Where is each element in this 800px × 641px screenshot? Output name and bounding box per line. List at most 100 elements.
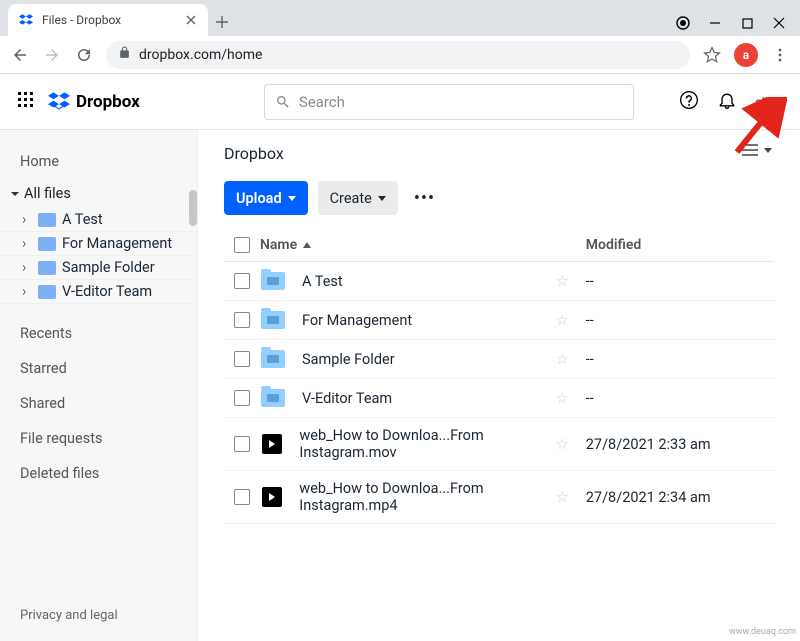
sidebar-recents[interactable]: Recents — [0, 316, 197, 351]
chevron-down-icon — [10, 189, 20, 199]
search-placeholder: Search — [299, 93, 345, 111]
chevron-down-icon — [378, 196, 386, 201]
help-icon[interactable] — [679, 90, 699, 114]
sidebar-footer-link[interactable]: Privacy and legal — [0, 598, 197, 633]
bookmark-star-icon[interactable] — [702, 45, 722, 65]
sidebar-scrollbar[interactable] — [189, 190, 197, 226]
sidebar-home[interactable]: Home — [0, 144, 197, 179]
folder-icon — [38, 285, 56, 299]
star-icon[interactable]: ☆ — [556, 436, 586, 453]
sort-asc-icon — [303, 242, 311, 248]
brand-text: Dropbox — [76, 92, 140, 112]
table-row[interactable]: For Management ☆ -- — [224, 301, 774, 340]
folder-icon — [38, 213, 56, 227]
file-modified: -- — [586, 351, 774, 368]
tree-item[interactable]: ›For Management — [0, 232, 197, 256]
sidebar-starred[interactable]: Starred — [0, 351, 197, 386]
chevron-down-icon — [764, 148, 772, 153]
more-actions-button[interactable]: ••• — [408, 188, 441, 209]
table-row[interactable]: A Test ☆ -- — [224, 262, 774, 301]
user-name[interactable]: alphr — [755, 95, 782, 109]
video-file-icon — [262, 434, 282, 454]
folder-icon — [261, 311, 285, 329]
file-name: web_How to Downloa...From Instagram.mov — [299, 427, 555, 461]
file-name: V-Editor Team — [302, 390, 392, 407]
sidebar-deleted[interactable]: Deleted files — [0, 456, 197, 491]
toolbar: Upload Create ••• — [224, 181, 774, 215]
upload-button[interactable]: Upload — [224, 181, 308, 215]
new-tab-button[interactable] — [208, 8, 236, 36]
tree-item[interactable]: ›V-Editor Team — [0, 280, 197, 304]
profile-avatar[interactable]: a — [734, 43, 758, 67]
tab-favicon — [18, 12, 34, 28]
app-header: Dropbox Search alphr — [0, 74, 800, 130]
reload-button[interactable] — [74, 45, 94, 65]
star-icon[interactable]: ☆ — [556, 273, 586, 290]
minimize-icon[interactable] — [708, 17, 722, 29]
app-grid-icon[interactable] — [18, 92, 34, 112]
url-text: dropbox.com/home — [139, 47, 262, 63]
file-name: A Test — [302, 273, 343, 290]
view-controls[interactable] — [742, 144, 772, 156]
file-name: For Management — [302, 312, 412, 329]
record-icon[interactable] — [676, 16, 690, 30]
table-row[interactable]: web_How to Downloa...From Instagram.mov … — [224, 418, 774, 471]
list-view-icon — [742, 144, 758, 156]
window-controls — [676, 16, 800, 36]
browser-tab[interactable]: Files - Dropbox — [8, 4, 208, 36]
main-area: Home All files ›A Test ›For Management ›… — [0, 130, 800, 641]
row-checkbox[interactable] — [234, 436, 250, 452]
table-row[interactable]: web_How to Downloa...From Instagram.mp4 … — [224, 471, 774, 524]
tree-item[interactable]: ›Sample Folder — [0, 256, 197, 280]
close-window-icon[interactable] — [772, 17, 786, 29]
file-modified: -- — [586, 273, 774, 290]
table-row[interactable]: Sample Folder ☆ -- — [224, 340, 774, 379]
star-icon[interactable]: ☆ — [556, 390, 586, 407]
file-modified: -- — [586, 312, 774, 329]
file-modified: 27/8/2021 2:33 am — [586, 436, 774, 453]
tab-title: Files - Dropbox — [42, 13, 176, 27]
row-checkbox[interactable] — [234, 312, 250, 328]
content: Dropbox Upload Create ••• Name Modified — [198, 130, 800, 641]
star-icon[interactable]: ☆ — [556, 312, 586, 329]
sidebar-tree: ›A Test ›For Management ›Sample Folder ›… — [0, 208, 197, 304]
video-file-icon — [262, 487, 282, 507]
file-name: web_How to Downloa...From Instagram.mp4 — [299, 480, 555, 514]
row-checkbox[interactable] — [234, 390, 250, 406]
sidebar-shared[interactable]: Shared — [0, 386, 197, 421]
forward-button[interactable] — [42, 45, 62, 65]
create-button[interactable]: Create — [318, 181, 398, 215]
file-modified: -- — [586, 390, 774, 407]
star-icon[interactable]: ☆ — [556, 351, 586, 368]
folder-icon — [38, 237, 56, 251]
row-checkbox[interactable] — [234, 489, 250, 505]
folder-icon — [261, 389, 285, 407]
chevron-down-icon — [288, 196, 296, 201]
back-button[interactable] — [10, 45, 30, 65]
file-name: Sample Folder — [302, 351, 395, 368]
dropbox-icon — [48, 92, 70, 112]
table-row[interactable]: V-Editor Team ☆ -- — [224, 379, 774, 418]
browser-menu-icon[interactable] — [770, 45, 790, 65]
tab-close-icon[interactable] — [184, 13, 198, 27]
maximize-icon[interactable] — [740, 18, 754, 29]
sidebar-file-requests[interactable]: File requests — [0, 421, 197, 456]
dropbox-logo[interactable]: Dropbox — [48, 92, 140, 112]
column-name[interactable]: Name — [260, 237, 556, 253]
row-checkbox[interactable] — [234, 351, 250, 367]
folder-icon — [38, 261, 56, 275]
folder-icon — [261, 350, 285, 368]
breadcrumb: Dropbox — [224, 144, 774, 163]
tree-item[interactable]: ›A Test — [0, 208, 197, 232]
column-modified[interactable]: Modified — [586, 237, 774, 253]
star-icon[interactable]: ☆ — [556, 489, 586, 506]
sidebar: Home All files ›A Test ›For Management ›… — [0, 130, 198, 641]
sidebar-all-files[interactable]: All files — [0, 179, 197, 208]
notifications-icon[interactable] — [717, 90, 737, 114]
url-field[interactable]: dropbox.com/home — [106, 41, 690, 69]
select-all-checkbox[interactable] — [234, 237, 250, 253]
lock-icon — [118, 46, 131, 63]
table-header: Name Modified — [224, 237, 774, 262]
row-checkbox[interactable] — [234, 273, 250, 289]
search-box[interactable]: Search — [264, 84, 634, 120]
